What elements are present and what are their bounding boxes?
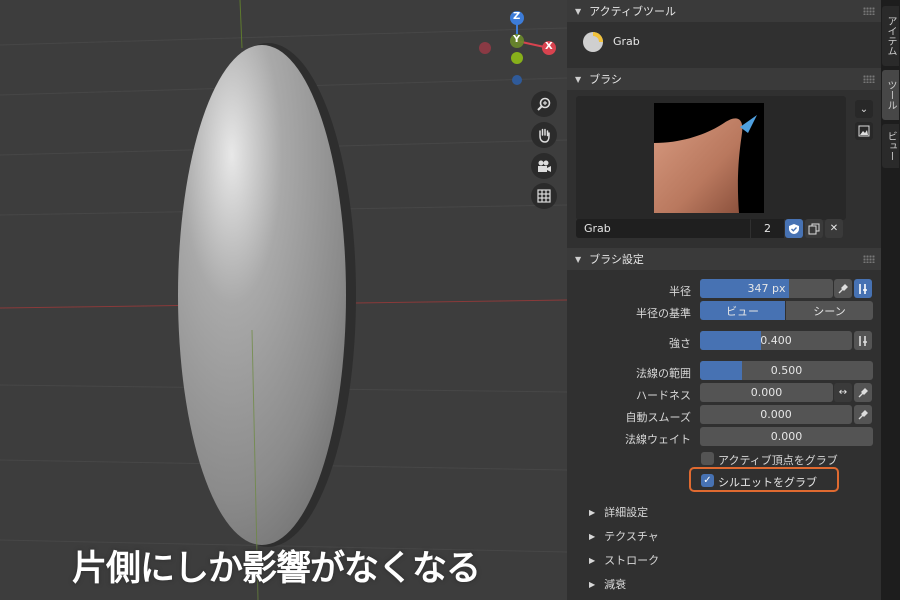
normal-radius-value: 0.500	[770, 364, 803, 377]
pressure-radius-icon[interactable]	[854, 279, 872, 298]
normal-radius-fill	[700, 361, 742, 380]
tab-tool[interactable]: ツール	[882, 70, 899, 120]
tab-view[interactable]: ビュー	[882, 124, 899, 168]
subpanel-advanced[interactable]: ▶ 詳細設定	[589, 502, 648, 522]
radius-base-scene-option[interactable]: シーン	[786, 301, 873, 320]
grab-active-vertex-checkbox[interactable]	[701, 452, 714, 465]
properties-sidebar: ▼ アクティブツール Grab ▼ ブラシ ⌄ Grab 2 ✕ ▼ ブラシ設定…	[567, 0, 881, 600]
caption-text: 片側にしか影響がなくなる	[72, 549, 481, 589]
eyedropper-icon[interactable]	[854, 383, 872, 402]
strength-fill	[700, 331, 761, 350]
gizmo-x-label: X	[545, 41, 553, 52]
auto-smooth-value: 0.000	[760, 408, 792, 421]
strength-value: 0.400	[760, 334, 792, 347]
active-tool-name: Grab	[613, 35, 640, 48]
gizmo-y-label: Y	[513, 34, 521, 45]
expand-triangle-icon: ▶	[589, 531, 596, 541]
expand-triangle-icon: ▶	[589, 507, 596, 517]
drag-handle-icon[interactable]	[863, 255, 875, 263]
collapse-triangle-icon: ▼	[575, 254, 582, 264]
close-icon[interactable]: ✕	[825, 219, 843, 238]
grab-silhouette-label: シルエットをグラブ	[718, 476, 817, 489]
normal-weight-value: 0.000	[770, 430, 803, 443]
brush-settings-title: ブラシ設定	[589, 253, 644, 266]
drag-handle-icon[interactable]	[863, 7, 875, 15]
hardness-field[interactable]: 0.000	[700, 383, 833, 402]
radius-label: 半径	[669, 285, 691, 298]
brush-thumbnail	[654, 103, 764, 213]
eyedropper-icon[interactable]	[834, 279, 852, 298]
expand-triangle-icon: ▶	[589, 555, 596, 565]
subpanel-stroke[interactable]: ▶ ストローク	[589, 550, 659, 570]
radius-base-label: 半径の基準	[636, 307, 691, 320]
drag-handle-icon[interactable]	[863, 75, 875, 83]
hardness-label: ハードネス	[636, 389, 691, 402]
camera-icon[interactable]	[531, 153, 557, 179]
sidebar-tabs: アイテム ツール ビュー	[881, 0, 900, 600]
arrows-horizontal-icon[interactable]: ↔	[834, 383, 852, 402]
fake-user-shield-icon[interactable]	[785, 219, 803, 238]
active-tool-header[interactable]: ▼ アクティブツール	[567, 0, 881, 22]
3d-viewport[interactable]: Z Y X 片側にしか影響がなくなる	[0, 0, 567, 600]
auto-smooth-field[interactable]: 0.000	[700, 405, 852, 424]
normal-weight-label: 法線ウェイト	[625, 433, 691, 446]
grab-active-vertex-label: アクティブ頂点をグラブ	[718, 454, 838, 467]
zoom-icon[interactable]	[531, 91, 557, 117]
subpanel-falloff[interactable]: ▶ 減衰	[589, 574, 626, 594]
hand-pan-icon[interactable]	[531, 122, 557, 148]
auto-smooth-label: 自動スムーズ	[625, 411, 691, 424]
eyedropper-icon[interactable]	[854, 405, 872, 424]
tab-item[interactable]: アイテム	[882, 6, 899, 66]
collapse-triangle-icon: ▼	[575, 6, 582, 16]
brush-header[interactable]: ▼ ブラシ	[567, 68, 881, 90]
image-icon[interactable]	[855, 122, 873, 140]
brush-preview-box[interactable]	[576, 96, 846, 220]
normal-weight-field[interactable]: 0.000	[700, 427, 873, 446]
subpanel-texture[interactable]: ▶ テクスチャ	[589, 526, 659, 546]
active-tool-title: アクティブツール	[589, 5, 676, 18]
normal-radius-field[interactable]: 0.500	[700, 361, 873, 380]
strength-label: 強さ	[669, 337, 691, 350]
expand-triangle-icon: ▶	[589, 579, 596, 589]
radius-value: 347 px	[747, 282, 786, 295]
normal-radius-label: 法線の範囲	[636, 367, 691, 380]
brush-users-count[interactable]: 2	[751, 219, 784, 238]
duplicate-icon[interactable]	[805, 219, 823, 238]
radius-base-view-option[interactable]: ビュー	[700, 301, 785, 320]
grab-silhouette-checkbox[interactable]: ✓	[701, 474, 714, 487]
radius-field[interactable]: 347 px	[700, 279, 833, 298]
brush-title: ブラシ	[589, 73, 622, 86]
strength-field[interactable]: 0.400	[700, 331, 852, 350]
brush-name-field[interactable]: Grab	[576, 219, 750, 238]
chevron-down-icon[interactable]: ⌄	[855, 100, 873, 118]
brush-settings-header[interactable]: ▼ ブラシ設定	[567, 248, 881, 270]
grid-icon[interactable]	[531, 183, 557, 209]
grab-tool-icon[interactable]	[581, 30, 605, 54]
gizmo-z-label: Z	[513, 11, 521, 22]
collapse-triangle-icon: ▼	[575, 74, 582, 84]
navigation-gizmo[interactable]: Z Y X	[470, 5, 565, 100]
pressure-strength-icon[interactable]	[854, 331, 872, 350]
hardness-value: 0.000	[750, 386, 783, 399]
brush-name: Grab	[584, 222, 611, 235]
